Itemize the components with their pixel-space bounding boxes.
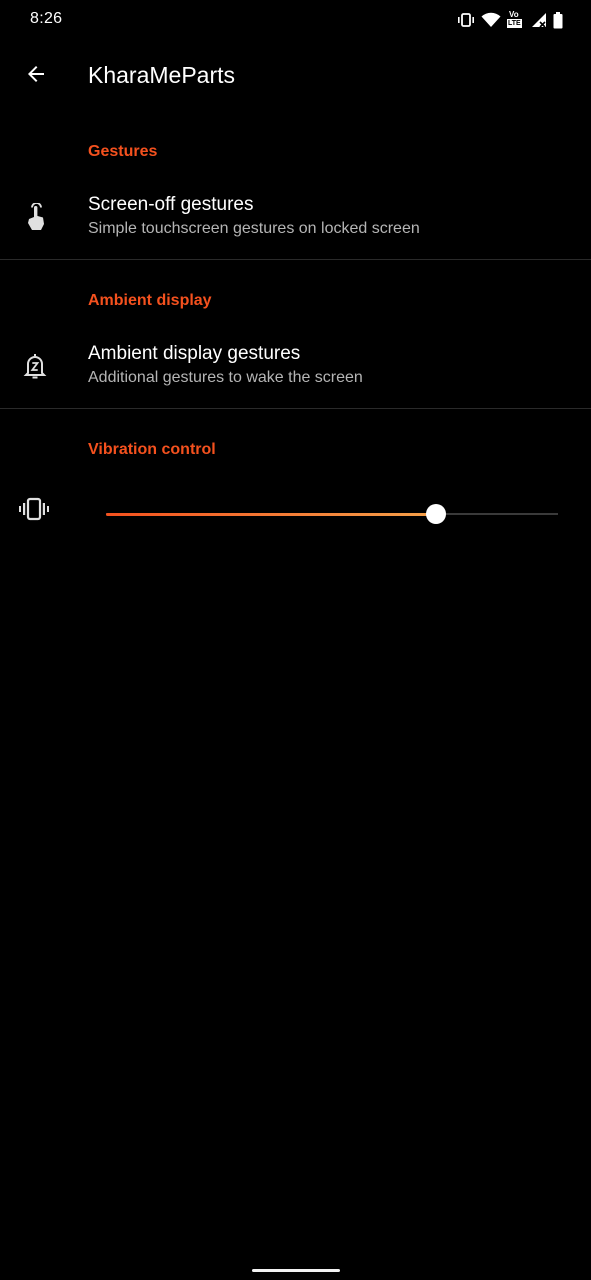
vibration-slider-row [0, 486, 591, 536]
arrow-back-icon [24, 62, 48, 91]
vibration-slider[interactable] [106, 504, 558, 524]
vibrate-icon [457, 13, 475, 27]
navigation-handle[interactable] [252, 1269, 340, 1272]
divider [0, 408, 591, 409]
section-header-gestures: Gestures [88, 143, 158, 160]
wifi-icon [481, 12, 501, 28]
divider [0, 259, 591, 260]
app-bar: KharaMeParts [0, 48, 591, 104]
section-header-vibration: Vibration control [88, 441, 216, 458]
screen-off-gestures-title: Screen-off gestures [88, 194, 254, 215]
volte-text: Vo [509, 10, 519, 19]
vibration-slider-fill [106, 512, 436, 516]
status-icons: Vo LTE [457, 10, 563, 30]
ambient-display-gestures-summary: Additional gestures to wake the screen [88, 369, 363, 386]
ambient-bell-icon [18, 349, 52, 383]
screen-off-gestures-summary: Simple touchscreen gestures on locked sc… [88, 220, 420, 237]
lte-text: LTE [507, 19, 522, 28]
vibrate-icon [16, 494, 52, 524]
section-header-ambient: Ambient display [88, 292, 212, 309]
signal-icon [531, 12, 547, 28]
page-title: KharaMeParts [88, 62, 236, 88]
touch-gesture-icon [18, 200, 52, 234]
back-button[interactable] [14, 54, 58, 98]
ambient-display-gestures-item[interactable]: Ambient display gestures Additional gest… [0, 330, 591, 408]
vibration-slider-thumb[interactable] [425, 504, 446, 524]
screen-off-gestures-item[interactable]: Screen-off gestures Simple touchscreen g… [0, 180, 591, 258]
status-bar: 8:26 Vo LTE [0, 0, 591, 40]
battery-icon [553, 11, 563, 29]
volte-lte-icon: Vo LTE [507, 10, 525, 29]
status-time: 8:26 [30, 10, 63, 27]
ambient-display-gestures-title: Ambient display gestures [88, 343, 301, 364]
